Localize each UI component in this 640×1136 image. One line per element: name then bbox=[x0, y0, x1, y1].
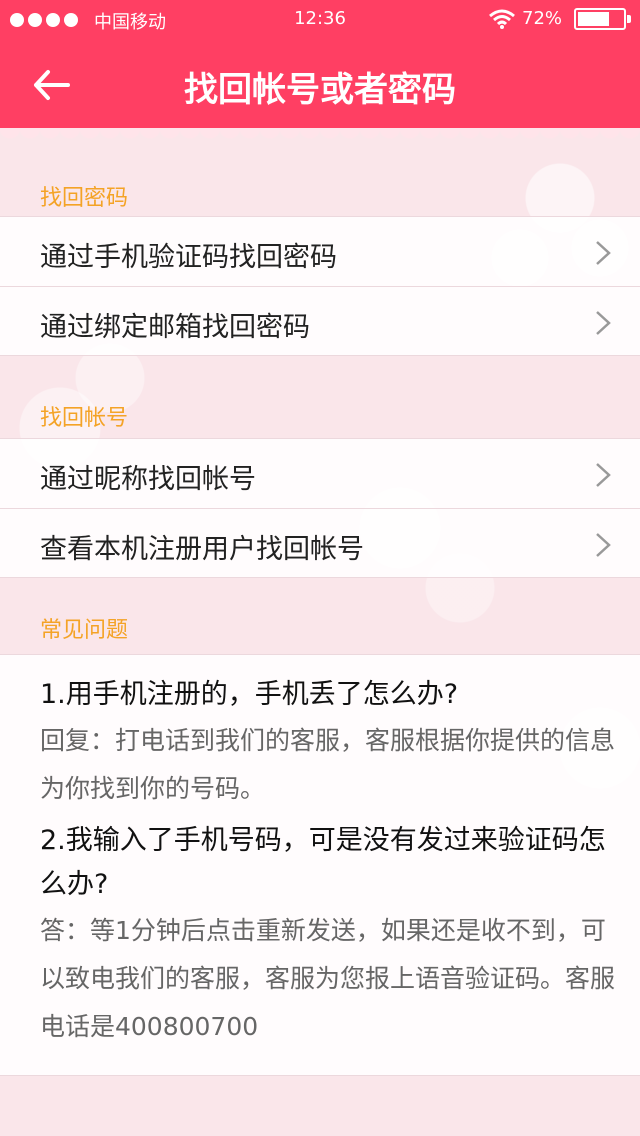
page-title: 找回帐号或者密码 bbox=[184, 70, 456, 110]
list-item-email[interactable]: 通过绑定邮箱找回密码 bbox=[0, 286, 640, 356]
list-item-nickname[interactable]: 通过昵称找回帐号 bbox=[0, 438, 640, 508]
faq-panel: 1.用手机注册的，手机丢了怎么办? 回复：打电话到我们的客服，客服根据你提供的信… bbox=[0, 654, 640, 1076]
list-item-label: 查看本机注册用户找回帐号 bbox=[40, 534, 364, 565]
chevron-right-icon bbox=[596, 241, 611, 265]
list-item-label: 通过昵称找回帐号 bbox=[40, 464, 256, 495]
chevron-right-icon bbox=[596, 463, 611, 487]
password-list: 通过手机验证码找回密码 通过绑定邮箱找回密码 bbox=[0, 216, 640, 356]
account-list: 通过昵称找回帐号 查看本机注册用户找回帐号 bbox=[0, 438, 640, 578]
content: 找回密码 通过手机验证码找回密码 通过绑定邮箱找回密码 找回帐号 通过昵称找回帐… bbox=[0, 128, 640, 1076]
lace-border bbox=[0, 128, 640, 150]
section-label-faq: 常见问题 bbox=[40, 618, 129, 643]
faq-answer: 回复：打电话到我们的客服，客服根据你提供的信息为你找到你的号码。 bbox=[40, 726, 616, 803]
list-item-local-users[interactable]: 查看本机注册用户找回帐号 bbox=[0, 508, 640, 578]
chevron-right-icon bbox=[596, 533, 611, 557]
wifi-icon bbox=[489, 9, 515, 29]
faq-answer: 答：等1分钟后点击重新发送，如果还是收不到，可以致电我们的客服，客服为您报上语音… bbox=[40, 916, 616, 1041]
battery-icon bbox=[574, 8, 631, 30]
list-item-label: 通过手机验证码找回密码 bbox=[40, 242, 337, 273]
section-label-account: 找回帐号 bbox=[40, 406, 129, 431]
list-item-label: 通过绑定邮箱找回密码 bbox=[40, 312, 310, 343]
faq-question: 1.用手机注册的，手机丢了怎么办? bbox=[40, 679, 459, 710]
faq-question: 2.我输入了手机号码，可是没有发过来验证码怎么办? bbox=[40, 825, 606, 900]
status-bar: 中国移动 12:36 72% bbox=[0, 0, 640, 40]
chevron-right-icon bbox=[596, 311, 611, 335]
list-item-phone-code[interactable]: 通过手机验证码找回密码 bbox=[0, 216, 640, 286]
battery-percent: 72% bbox=[522, 8, 563, 29]
